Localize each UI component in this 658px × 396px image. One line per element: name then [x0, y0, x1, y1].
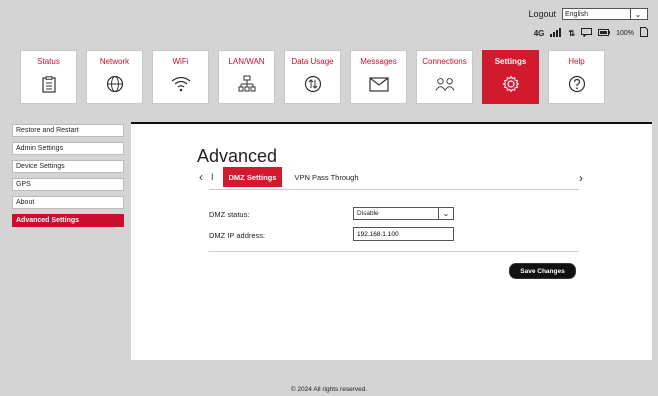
form-divider: [209, 251, 579, 252]
sidebar-item-advanced-settings[interactable]: Advanced Settings: [12, 214, 124, 227]
nav-item-label: Messages: [360, 57, 397, 66]
main-nav: Status Network WiFi LAN/WAN Data Usage M…: [20, 50, 605, 104]
nav-item-label: Data Usage: [291, 57, 334, 66]
dmz-status-select[interactable]: Disable ⌄: [353, 207, 454, 220]
status-bar: 4G ⇅ 100%: [534, 27, 648, 39]
content-panel: Advanced ‹ I DMZ Settings VPN Pass Throu…: [131, 122, 652, 360]
signal-icon: [550, 27, 562, 39]
language-select-value: English: [565, 10, 588, 18]
wifi-icon: [171, 74, 191, 94]
dmz-status-label: DMZ status:: [209, 210, 250, 219]
sidebar-item-restore-and-restart[interactable]: Restore and Restart: [12, 124, 124, 137]
battery-icon: [598, 28, 611, 39]
nav-item-label: Network: [99, 57, 130, 66]
save-changes-button[interactable]: Save Changes: [509, 263, 576, 279]
chevron-down-icon: ⌄: [630, 9, 645, 19]
language-select[interactable]: English ⌄: [562, 8, 648, 20]
nav-item-connections[interactable]: Connections: [416, 50, 473, 104]
chevron-left-icon[interactable]: ‹: [199, 170, 203, 184]
nav-item-label: Help: [568, 57, 585, 66]
nav-item-label: WiFi: [172, 57, 189, 66]
nav-item-data-usage[interactable]: Data Usage: [284, 50, 341, 104]
sms-icon: [581, 27, 593, 39]
nav-item-messages[interactable]: Messages: [350, 50, 407, 104]
tab-bar: ‹ I DMZ Settings VPN Pass Through: [199, 167, 365, 187]
sidebar-item-device-settings[interactable]: Device Settings: [12, 160, 124, 173]
sidebar: Restore and Restart Admin Settings Devic…: [12, 124, 124, 232]
clipboard-icon: [39, 74, 59, 94]
chevron-right-icon[interactable]: ›: [579, 171, 583, 185]
chevron-down-icon: ⌄: [438, 208, 453, 219]
tab-index-marker: I: [211, 172, 214, 182]
tab-dmz-settings[interactable]: DMZ Settings: [222, 167, 283, 187]
dmz-status-value: Disable: [357, 210, 379, 217]
network-type-indicator: 4G: [533, 28, 545, 38]
nav-item-settings[interactable]: Settings: [482, 50, 539, 104]
envelope-icon: [368, 74, 389, 94]
logout-link[interactable]: Logout: [528, 9, 556, 19]
sim-icon: [640, 27, 648, 39]
dmz-ip-label: DMZ IP address:: [209, 231, 266, 240]
sidebar-item-gps[interactable]: GPS: [12, 178, 124, 191]
users-icon: [435, 74, 455, 94]
nav-item-network[interactable]: Network: [86, 50, 143, 104]
nav-item-status[interactable]: Status: [20, 50, 77, 104]
dmz-ip-input[interactable]: [353, 227, 454, 241]
nav-item-wifi[interactable]: WiFi: [152, 50, 209, 104]
nav-item-label: Settings: [494, 57, 527, 66]
sidebar-item-about[interactable]: About: [12, 196, 124, 209]
tab-vpn-pass-through[interactable]: VPN Pass Through: [288, 168, 364, 186]
battery-level: 100%: [616, 29, 634, 37]
nav-item-label: Connections: [422, 57, 467, 66]
header-controls: Logout English ⌄: [528, 8, 648, 20]
globe-icon: [105, 74, 125, 94]
page-title: Advanced: [197, 146, 278, 166]
lan-icon: [237, 74, 257, 94]
help-icon: [567, 74, 587, 94]
sidebar-item-admin-settings[interactable]: Admin Settings: [12, 142, 124, 155]
nav-item-label: LAN/WAN: [228, 57, 265, 66]
nav-item-lan-wan[interactable]: LAN/WAN: [218, 50, 275, 104]
gear-icon: [501, 74, 521, 94]
data-usage-icon: [303, 74, 323, 94]
nav-item-help[interactable]: Help: [548, 50, 605, 104]
footer-copyright: © 2024 All rights reserved.: [290, 386, 368, 393]
nav-item-label: Status: [37, 57, 60, 66]
tab-divider: [209, 189, 579, 190]
data-transfer-icon: ⇅: [568, 28, 576, 38]
